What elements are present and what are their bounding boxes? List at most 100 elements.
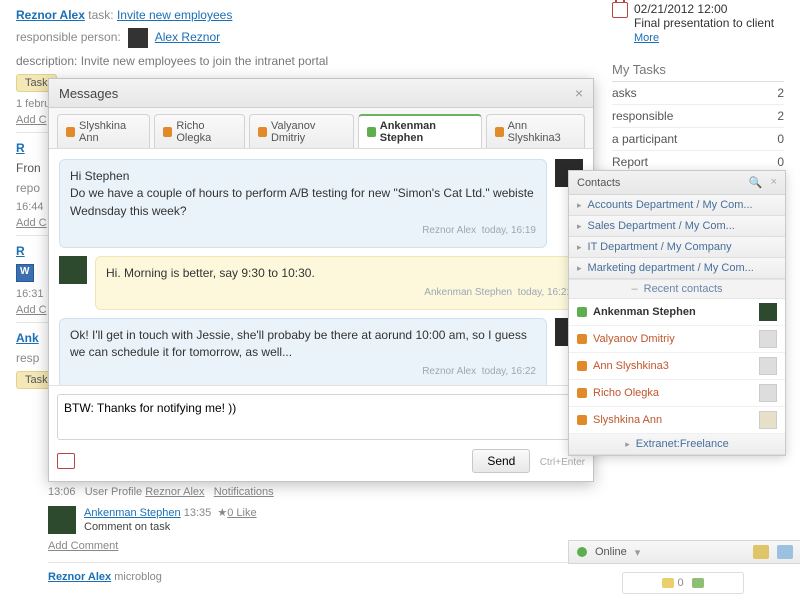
responsible-link[interactable]: Alex Reznor (155, 30, 220, 44)
comment-author-link[interactable]: Ankenman Stephen (84, 507, 181, 519)
contacts-panel: Contacts 🔍× ▸Accounts Department / My Co… (568, 170, 786, 456)
chip-value: 0 (677, 577, 683, 589)
conversation-tab[interactable]: Slyshkina Ann (57, 114, 150, 148)
contacts-status-bar: Online▾ (568, 540, 800, 564)
close-icon[interactable]: × (575, 85, 583, 101)
more-link[interactable]: More (634, 32, 659, 44)
user-link[interactable]: R (16, 141, 25, 155)
extranet-group[interactable]: ▸ Extranet:Freelance (569, 434, 785, 455)
task-link[interactable]: Invite new employees (117, 8, 232, 22)
message-row: Ok! I'll get in touch with Jessie, she'l… (59, 318, 583, 385)
contact-row[interactable]: Slyshkina Ann (569, 407, 785, 434)
presence-icon (495, 127, 504, 137)
send-button[interactable]: Send (472, 449, 530, 473)
task-stat-value: 0 (777, 132, 784, 146)
department-row[interactable]: ▸Sales Department / My Com... (569, 216, 785, 237)
group-icon[interactable] (777, 545, 793, 559)
chevron-right-icon: ▸ (577, 200, 582, 211)
task-stat-row[interactable]: asks 2 (612, 82, 784, 105)
calendar-icon[interactable] (57, 453, 75, 469)
contact-name: Ann Slyshkina3 (593, 360, 669, 372)
department-row[interactable]: ▸ Accounts Department / My Com... (569, 195, 785, 216)
status-label: Online (595, 546, 627, 558)
extranet-label: Extranet:Freelance (636, 438, 729, 450)
add-comment-link[interactable]: Add Comment (48, 540, 118, 552)
recent-contacts-label: Recent contacts (644, 283, 723, 295)
user-link[interactable]: Ank (16, 331, 39, 345)
chevron-right-icon: ▸ (577, 263, 582, 274)
like-link[interactable]: 0 Like (227, 507, 256, 519)
contact-row[interactable]: Ankenman Stephen (569, 299, 785, 326)
description-text: Invite new employees to join the intrane… (81, 54, 328, 68)
like-star-icon: ★ (217, 507, 227, 519)
tab-label: Richo Olegka (176, 120, 236, 144)
task-stat-label: Report (612, 155, 648, 169)
add-comment-link[interactable]: Add C (16, 217, 47, 229)
contact-row[interactable]: Richo Olegka (569, 380, 785, 407)
add-comment-link[interactable]: Add C (16, 304, 47, 316)
department-row[interactable]: ▸IT Department / My Company (569, 237, 785, 258)
dialog-titlebar[interactable]: Messages × (49, 79, 593, 108)
tab-label: Slyshkina Ann (79, 120, 141, 144)
message-row: Hi Stephen Do we have a couple of hours … (59, 159, 583, 248)
trail-notifications-link[interactable]: Notifications (214, 486, 274, 498)
message-bubble: Ok! I'll get in touch with Jessie, she'l… (59, 318, 547, 385)
presence-icon (163, 127, 172, 137)
contact-name: Slyshkina Ann (593, 414, 662, 426)
tab-label: Ann Slyshkina3 (508, 120, 576, 144)
presence-icon (577, 547, 587, 557)
conversation-tab[interactable]: Ann Slyshkina3 (486, 114, 585, 148)
task-stat-row[interactable]: a participant0 (612, 128, 784, 151)
presence-icon (577, 361, 587, 371)
close-icon[interactable]: × (771, 176, 777, 189)
contact-name: Valyanov Dmitriy (593, 333, 675, 345)
department-label: Accounts Department / My Com... (588, 199, 753, 211)
avatar (59, 256, 87, 284)
presence-icon (367, 127, 376, 137)
contact-row[interactable]: Ann Slyshkina3 (569, 353, 785, 380)
footer-chip[interactable] (692, 578, 704, 588)
task-stat-row[interactable]: responsible2 (612, 105, 784, 128)
trail-user-link[interactable]: Reznor Alex (145, 486, 204, 498)
task-stat-value: 2 (777, 86, 784, 100)
message-author: Reznor Alex (422, 225, 476, 236)
department-row[interactable]: ▸ Marketing department / My Com... (569, 258, 785, 279)
contact-name: Ankenman Stephen (593, 306, 696, 318)
message-line: Do we have a couple of hours to perform … (70, 185, 536, 220)
presence-icon (577, 334, 587, 344)
conversation-tab[interactable]: Ankenman Stephen (358, 114, 482, 148)
presence-icon (577, 307, 587, 317)
presence-icon (577, 415, 587, 425)
feed-trail: 13:06 User Profile Reznor Alex Notificat… (48, 486, 592, 589)
recent-contacts-header: –Recent contacts (569, 279, 785, 299)
department-label: Marketing department / My Com... (588, 262, 754, 274)
presence-icon (577, 388, 587, 398)
message-bubble: Hi. Morning is better, say 9:30 to 10:30… (95, 256, 583, 310)
event-title: Final presentation to client (634, 16, 774, 30)
conversation-tab[interactable]: Valyanov Dmitriy (249, 114, 354, 148)
comment-row: Ankenman Stephen 13:35 ★0 Like Comment o… (48, 506, 592, 534)
chevron-right-icon: ▸ (625, 439, 630, 450)
message-line: Hi Stephen (70, 168, 536, 185)
user-link[interactable]: Reznor Alex (48, 571, 111, 583)
calendar-icon (612, 2, 628, 18)
chevron-right-icon: ▸ (577, 221, 582, 232)
footer-chip[interactable]: 0 (662, 577, 683, 589)
group-icon[interactable] (753, 545, 769, 559)
timestamp: 13:06 (48, 486, 76, 498)
event-date: 02/21/2012 12:00 (634, 2, 774, 16)
user-link[interactable]: Reznor Alex (16, 8, 85, 22)
search-icon[interactable]: 🔍 (749, 176, 763, 189)
task-stat-label: asks (612, 86, 637, 100)
user-link[interactable]: R (16, 244, 25, 258)
contacts-header[interactable]: Contacts 🔍× (569, 171, 785, 195)
comment-time: 13:35 (184, 507, 212, 519)
conversation-tab[interactable]: Richo Olegka (154, 114, 245, 148)
contact-row[interactable]: Valyanov Dmitriy (569, 326, 785, 353)
message-bubble: Hi Stephen Do we have a couple of hours … (59, 159, 547, 248)
avatar (759, 411, 777, 429)
presence-icon (66, 127, 75, 137)
tab-label: Ankenman Stephen (380, 120, 473, 144)
message-input[interactable] (57, 394, 585, 440)
add-comment-link[interactable]: Add C (16, 114, 47, 126)
